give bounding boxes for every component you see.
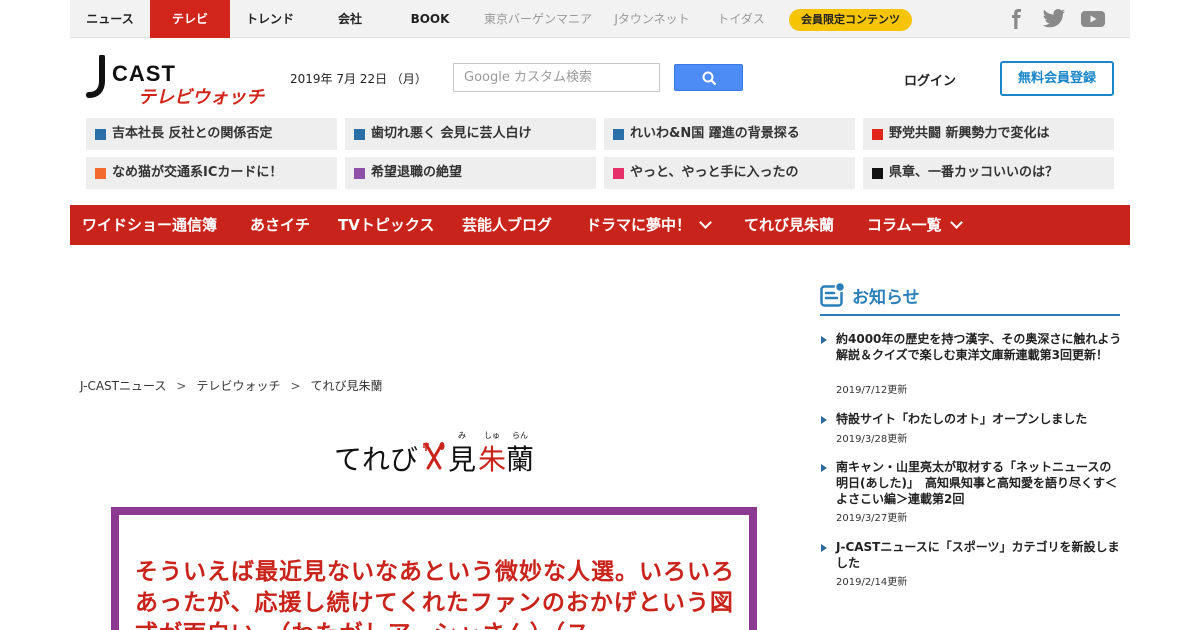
topic-link[interactable]: 希望退職の絶望: [345, 157, 596, 189]
notice-item[interactable]: 南キャン・山里亮太が取材する「ネットニュースの明日(あした)」 高知県知事と高知…: [820, 459, 1122, 524]
breadcrumb-separator: >: [290, 379, 301, 393]
notice-item-date: 2019/2/14更新: [836, 577, 908, 588]
notice-item-date: 2019/7/12更新: [836, 385, 908, 396]
members-only-button[interactable]: 会員限定コンテンツ: [789, 9, 912, 31]
fork-knife-icon: [422, 442, 446, 476]
title-ruby: らん: [512, 431, 528, 440]
category-celebrity-blog[interactable]: 芸能人ブログ: [462, 205, 552, 245]
title-part: てれび: [334, 443, 419, 476]
triangle-right-icon: [821, 336, 827, 344]
category-asaichi[interactable]: あさイチ: [250, 205, 310, 245]
topnav-news[interactable]: ニュース: [70, 0, 150, 38]
login-link[interactable]: ログイン: [904, 70, 956, 89]
category-column-list[interactable]: コラム一覧: [867, 205, 963, 245]
notice-item-title[interactable]: 南キャン・山里亮太が取材する「ネットニュースの明日(あした)」 高知県知事と高知…: [836, 459, 1122, 507]
notice-item-title[interactable]: 約4000年の歴史を持つ漢字、その奥深さに触れよう 解説＆クイズで楽しむ東洋文庫…: [836, 331, 1133, 363]
article-lead-box: そういえば最近見ないなあという微妙な人選。いろいろあったが、応援し続けてくれたフ…: [111, 507, 757, 630]
title-ruby: み: [458, 431, 466, 440]
category-navigation: ワイドショー通信簿 あさイチ TVトピックス 芸能人ブログ ドラマに夢中！ てれ…: [70, 205, 1130, 245]
notice-item[interactable]: 約4000年の歴史を持つ漢字、その奥深さに触れよう 解説＆クイズで楽しむ東洋文庫…: [820, 331, 1133, 396]
topic-label: 歯切れ悪く 会見に芸人白け: [371, 126, 532, 141]
notice-item[interactable]: 特設サイト「わたしのオト」オープンしました 2019/3/28更新: [820, 411, 1122, 445]
triangle-right-icon: [821, 464, 827, 472]
category-wideshow[interactable]: ワイドショー通信簿: [82, 205, 217, 245]
search-button[interactable]: [674, 64, 743, 91]
category-drama-label: ドラマに夢中！: [586, 216, 692, 234]
search-input[interactable]: [453, 63, 660, 92]
title-part: 蘭: [506, 443, 535, 476]
topnav-toidas[interactable]: トイダス: [706, 0, 776, 38]
topic-link[interactable]: 歯切れ悪く 会見に芸人白け: [345, 118, 596, 150]
breadcrumb-item[interactable]: テレビウォッチ: [196, 379, 280, 393]
category-tv-topics[interactable]: TVトピックス: [338, 205, 434, 245]
topnav-trend[interactable]: トレンド: [230, 0, 310, 38]
category-terebi-misyuran[interactable]: てれび見朱蘭: [744, 205, 834, 245]
breadcrumb: J-CASTニュース > テレビウォッチ > てれび見朱蘭: [80, 377, 383, 394]
notice-item-date: 2019/3/27更新: [836, 513, 908, 524]
category-drama[interactable]: ドラマに夢中！: [586, 205, 712, 245]
topic-label: 野党共闘 新興勢力で変化は: [889, 126, 1050, 141]
svg-text:テレビウォッチ: テレビウォッチ: [138, 87, 265, 108]
topic-label: 希望退職の絶望: [371, 165, 463, 180]
title-ruby: しゅ: [484, 431, 500, 440]
topic-marker: [872, 129, 883, 140]
topic-marker: [354, 129, 365, 140]
notice-item[interactable]: J-CASTニュースに「スポーツ」カテゴリを新設しました 2019/2/14更新: [820, 539, 1122, 588]
topnav-company[interactable]: 会社: [310, 0, 390, 38]
title-part: 見: [448, 443, 477, 476]
triangle-right-icon: [821, 416, 827, 424]
facebook-icon[interactable]: [1006, 9, 1028, 29]
chevron-down-icon: [949, 216, 963, 229]
youtube-icon[interactable]: [1080, 9, 1106, 29]
topic-label: 県章、一番カッコいいのは？: [889, 165, 1059, 180]
topic-marker: [95, 129, 106, 140]
notice-title: お知らせ: [852, 288, 920, 308]
free-register-button[interactable]: 無料会員登録: [1000, 61, 1114, 96]
topic-link[interactable]: 県章、一番カッコいいのは？: [863, 157, 1114, 189]
topic-label: やっと、やっと手に入ったの: [630, 165, 799, 180]
topnav-tv[interactable]: テレビ: [150, 0, 230, 38]
topic-marker: [354, 168, 365, 179]
topic-marker: [95, 168, 106, 179]
notice-item-title[interactable]: 特設サイト「わたしのオト」オープンしました: [836, 411, 1122, 427]
triangle-right-icon: [821, 544, 827, 552]
top-navigation: ニュース テレビ トレンド 会社 BOOK 東京バーゲンマニア Jタウンネット …: [70, 0, 1130, 38]
twitter-icon[interactable]: [1042, 9, 1066, 29]
page-title: てれび 見 朱 蘭 み しゅ らん: [334, 430, 544, 476]
topic-link[interactable]: 野党共闘 新興勢力で変化は: [863, 118, 1114, 150]
topic-marker: [872, 168, 883, 179]
category-column-label: コラム一覧: [867, 216, 942, 234]
current-date: 2019年 7月 22日 （月）: [290, 72, 427, 86]
topic-marker: [613, 129, 624, 140]
notice-item-date: 2019/3/28更新: [836, 434, 908, 445]
notice-item-title[interactable]: J-CASTニュースに「スポーツ」カテゴリを新設しました: [836, 539, 1122, 571]
topic-link[interactable]: やっと、やっと手に入ったの: [604, 157, 855, 189]
breadcrumb-item[interactable]: J-CASTニュース: [80, 379, 166, 393]
topic-label: れいわ&N国 躍進の背景探る: [630, 126, 800, 141]
topic-link[interactable]: なめ猫が交通系ICカードに！: [86, 157, 337, 189]
notice-icon: [820, 281, 846, 312]
site-logo[interactable]: CAST テレビウォッチ: [86, 54, 270, 109]
article-lead-text: そういえば最近見ないなあという微妙な人選。いろいろあったが、応援し続けてくれたフ…: [135, 559, 735, 630]
topic-link[interactable]: れいわ&N国 躍進の背景探る: [604, 118, 855, 150]
breadcrumb-separator: >: [176, 379, 187, 393]
topnav-bargain-mania[interactable]: 東京バーゲンマニア: [472, 0, 604, 38]
breadcrumb-item[interactable]: てれび見朱蘭: [311, 379, 383, 393]
topic-label: なめ猫が交通系ICカードに！: [112, 165, 283, 180]
chevron-down-icon: [699, 216, 712, 229]
search-icon: [675, 65, 742, 90]
notice-heading: お知らせ: [820, 280, 1120, 316]
topnav-jtown-net[interactable]: Jタウンネット: [606, 0, 698, 38]
topic-marker: [613, 168, 624, 179]
topnav-book[interactable]: BOOK: [390, 0, 470, 38]
topic-label: 吉本社長 反社との関係否定: [112, 126, 273, 141]
title-part: 朱: [478, 443, 507, 476]
topic-link[interactable]: 吉本社長 反社との関係否定: [86, 118, 337, 150]
svg-text:CAST: CAST: [112, 61, 176, 86]
